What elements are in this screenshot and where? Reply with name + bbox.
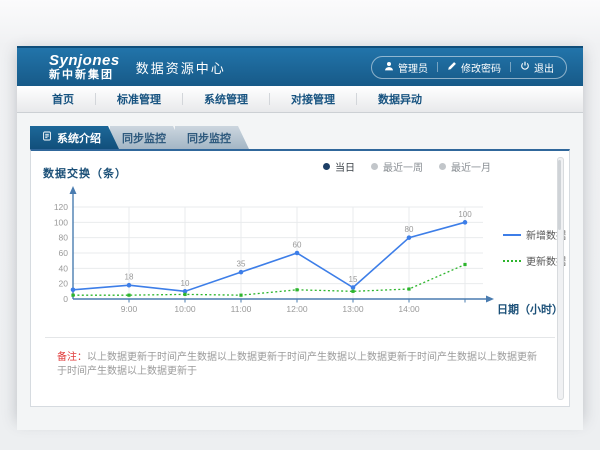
tab-system-intro[interactable]: 系统介绍 (30, 126, 119, 149)
data-label: 60 (293, 241, 302, 250)
data-point (71, 294, 74, 297)
tab-label: 系统介绍 (57, 130, 101, 146)
y-tick-label: 80 (59, 233, 69, 243)
data-label: 10 (181, 279, 190, 288)
content-panel: 当日最近一周最近一月 数据交换（条） 0204060801001209:0010… (30, 149, 570, 407)
x-tick-label: 11:00 (231, 304, 252, 314)
x-tick-label: 13:00 (342, 304, 364, 314)
data-point (463, 220, 468, 225)
tab-bar: 系统介绍 同步监控 同步监控 (30, 126, 583, 149)
data-point (71, 288, 76, 293)
time-filter-label: 最近一周 (383, 159, 423, 174)
content-area: 系统介绍同步监控同步监控 当日最近一周最近一月 数据交换（条） 02040608… (17, 113, 583, 430)
nav-item-data-change[interactable]: 数据异动 (357, 91, 443, 107)
user-icon (384, 61, 394, 74)
data-point (463, 263, 466, 266)
time-filter-last-week[interactable]: 最近一周 (371, 159, 423, 174)
logo-secondary-text: 新中新集团 (49, 70, 120, 81)
scrollbar-thumb[interactable] (558, 160, 561, 230)
data-point (127, 294, 130, 297)
x-tick-label: 10:00 (174, 304, 196, 314)
time-filter-label: 当日 (335, 159, 355, 174)
data-label: 80 (405, 225, 414, 234)
data-label: 15 (349, 275, 358, 284)
x-tick-label: 9:00 (121, 304, 138, 314)
company-logo: Synjones 新中新集团 (49, 53, 120, 81)
data-point (127, 283, 132, 288)
time-filter-label: 最近一月 (451, 159, 491, 174)
user-menu-separator (437, 62, 438, 72)
edit-icon (447, 61, 457, 74)
user-menu-label: 管理员 (398, 60, 428, 75)
tab-sync-monitor-1[interactable]: 同步监控 (110, 126, 184, 149)
time-filter-today[interactable]: 当日 (323, 159, 355, 174)
app-title: 数据资源中心 (136, 58, 226, 77)
panel-scrollbar[interactable] (557, 157, 564, 400)
data-point (351, 285, 356, 290)
user-menu-change-password[interactable]: 修改密码 (447, 60, 501, 75)
radio-selected-icon (323, 163, 330, 170)
chart-x-axis-title: 日期（小时） (497, 301, 563, 317)
user-menu: 管理员 修改密码 退出 (371, 56, 567, 79)
nav-item-system-mgmt[interactable]: 系统管理 (183, 91, 269, 107)
radio-unselected-icon (439, 163, 446, 170)
nav-item-standard-mgmt[interactable]: 标准管理 (96, 91, 182, 107)
power-icon (520, 61, 530, 74)
data-point (295, 288, 298, 291)
footnote-text: 以上数据更新于时间产生数据以上数据更新于时间产生数据以上数据更新于时间产生数据以… (57, 352, 537, 377)
user-menu-label: 退出 (534, 60, 554, 75)
user-menu-separator (510, 62, 511, 72)
data-point (407, 235, 412, 240)
chart-area: 0 20 40 60 80 100 120 9:00 10:00 11:00 12:00 13:00 1… (31, 183, 569, 329)
y-tick-label: 120 (54, 202, 68, 212)
tab-label: 同步监控 (187, 130, 231, 146)
data-label: 35 (237, 260, 246, 269)
user-menu-label: 修改密码 (461, 60, 501, 75)
footnote-prefix: 备注： (57, 352, 87, 363)
data-point (407, 287, 410, 290)
y-axis-arrow (70, 186, 77, 194)
user-menu-admin[interactable]: 管理员 (384, 60, 428, 75)
logo-primary-text: Synjones (49, 53, 120, 68)
x-tick-label: 12:00 (286, 304, 308, 314)
x-tick-label: 14:00 (398, 304, 420, 314)
legend-line-sample (503, 260, 521, 262)
y-tick-label: 60 (59, 248, 69, 258)
data-label: 18 (125, 273, 134, 282)
nav-item-interface-mgmt[interactable]: 对接管理 (270, 91, 356, 107)
data-point (351, 290, 354, 293)
y-tick-label: 0 (63, 294, 68, 304)
y-tick-label: 100 (54, 217, 68, 227)
radio-unselected-icon (371, 163, 378, 170)
y-tick-label: 20 (59, 279, 69, 289)
tab-sync-monitor-2[interactable]: 同步监控 (175, 126, 249, 149)
time-filter-group: 当日 最近一周 最近一月 (323, 159, 491, 174)
main-nav: 首页标准管理系统管理对接管理数据异动 (17, 86, 583, 113)
nav-item-home[interactable]: 首页 (31, 91, 95, 107)
tab-label: 同步监控 (122, 130, 166, 146)
data-point (239, 270, 244, 275)
data-point (183, 293, 186, 296)
line-chart: 0 20 40 60 80 100 120 9:00 10:00 11:00 12:00 13:00 1… (37, 183, 505, 329)
time-filter-last-month[interactable]: 最近一月 (439, 159, 491, 174)
document-icon (42, 131, 52, 144)
app-header: Synjones 新中新集团 数据资源中心 管理员 修改密码 退出 (17, 46, 583, 86)
page-background: Synjones 新中新集团 数据资源中心 管理员修改密码退出 首页标准管理系统… (0, 0, 600, 450)
data-point (295, 251, 300, 256)
footnote: 备注：以上数据更新于时间产生数据以上数据更新于时间产生数据以上数据更新于时间产生… (45, 337, 555, 379)
user-menu-logout[interactable]: 退出 (520, 60, 554, 75)
app-window: Synjones 新中新集团 数据资源中心 管理员修改密码退出 首页标准管理系统… (17, 46, 583, 418)
legend-line-sample (503, 234, 521, 236)
data-point (239, 294, 242, 297)
y-tick-label: 40 (59, 263, 69, 273)
data-label: 100 (458, 210, 472, 219)
x-axis-arrow (486, 296, 494, 303)
